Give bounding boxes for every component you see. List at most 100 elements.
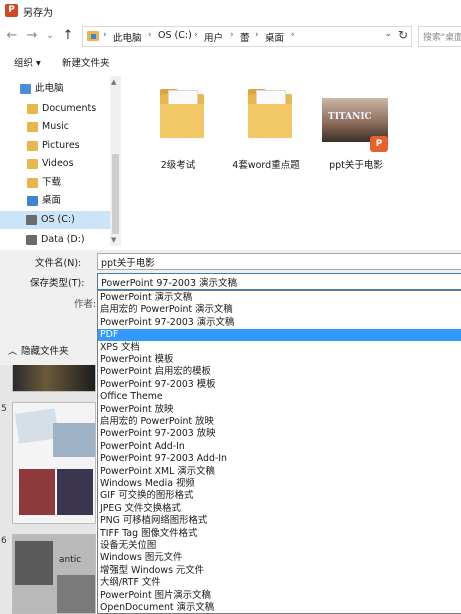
organize-button[interactable]: 组织 ▾ [14, 55, 41, 69]
scrollbar-thumb[interactable] [112, 154, 119, 234]
filetype-option[interactable]: PowerPoint 图片演示文稿 [98, 590, 461, 602]
filetype-option[interactable]: 大纲/RTF 文件 [98, 577, 461, 589]
filetype-option[interactable]: PowerPoint 放映 [98, 404, 461, 416]
new-folder-button[interactable]: 新建文件夹 [62, 55, 110, 69]
breadcrumb-separator: › [230, 30, 234, 40]
window-title: 另存为 [23, 8, 53, 19]
filetype-option[interactable]: 设备无关位图 [98, 540, 461, 552]
filetype-option[interactable]: 启用宏的 PowerPoint 放映 [98, 416, 461, 428]
videos-folder-icon [27, 159, 38, 169]
sidebar-item-label: Documents [42, 103, 97, 114]
slide-photo-collage [19, 469, 55, 515]
address-bar[interactable]: › 此电脑 › OS (C:) › 用户 › 蕾 › 桌面 › ⌄ ↻ [82, 26, 412, 47]
filetype-option[interactable]: PDF [98, 329, 461, 342]
filetype-option[interactable]: JPEG 文件交换格式 [98, 503, 461, 515]
filetype-option[interactable]: PowerPoint 97-2003 模板 [98, 379, 461, 391]
sidebar-item-music[interactable]: Music [0, 118, 110, 136]
filetype-option[interactable]: PowerPoint XML 演示文稿 [98, 466, 461, 478]
drive-icon [26, 215, 37, 225]
sidebar-item-this-pc[interactable]: 此电脑 [0, 80, 110, 98]
filetype-option[interactable]: XPS 文档 [98, 342, 461, 354]
sidebar-item-label: Music [42, 121, 70, 132]
filetype-option[interactable]: PowerPoint 模板 [98, 354, 461, 366]
slide-thumbnail-5[interactable] [12, 402, 96, 524]
downloads-folder-icon [27, 178, 38, 188]
sidebar-item-downloads[interactable]: 下载 [0, 174, 110, 192]
author-label: 作者: [74, 299, 97, 310]
file-name: ppt关于电影 [329, 160, 383, 171]
back-arrow-icon[interactable]: ← [4, 27, 20, 45]
refresh-icon[interactable]: ↻ [398, 28, 408, 42]
slide-number-6: 6 [1, 536, 7, 546]
filetype-option[interactable]: PowerPoint 演示文稿 [98, 292, 461, 304]
filetype-select[interactable]: PowerPoint 97-2003 演示文稿 [97, 273, 461, 290]
filetype-option[interactable]: PowerPoint 启用宏的模板 [98, 366, 461, 378]
filetype-option[interactable]: Office Theme [98, 391, 461, 403]
up-arrow-icon[interactable]: ↑ [60, 27, 76, 45]
filetype-option[interactable]: 启用宏的 PowerPoint 演示文稿 [98, 304, 461, 316]
filetype-label: 保存类型(T): [30, 278, 85, 289]
recent-locations-icon[interactable]: ⌄ [42, 27, 58, 45]
slide-photo-collage [15, 541, 53, 585]
sidebar-item-data-d[interactable]: Data (D:) [0, 231, 110, 249]
documents-folder-icon [27, 104, 38, 114]
folder-icon [248, 88, 292, 138]
sidebar-item-label: Pictures [42, 140, 80, 151]
sidebar-item-os-c[interactable]: OS (C:) [0, 211, 110, 229]
breadcrumb-desktop[interactable]: 桌面 [265, 30, 284, 44]
breadcrumb-users[interactable]: 用户 [204, 30, 223, 44]
filetype-option[interactable]: PowerPoint Add-In [98, 441, 461, 453]
drive-icon [26, 235, 37, 245]
navigation-pane: 此电脑 Documents Music Pictures Videos 下载 桌… [0, 76, 121, 246]
address-dropdown-icon[interactable]: ⌄ [384, 29, 392, 39]
scroll-up-icon[interactable]: ▲ [111, 78, 116, 86]
filetype-option[interactable]: PowerPoint 97-2003 Add-In [98, 453, 461, 465]
file-item-pptx[interactable]: TITANIC P ppt关于电影 [316, 84, 396, 174]
sidebar-item-label: 此电脑 [35, 83, 64, 94]
sidebar-item-videos[interactable]: Videos [0, 155, 110, 173]
filetype-option[interactable]: PNG 可移植网络图形格式 [98, 515, 461, 527]
search-input[interactable]: 搜索"桌面" [418, 26, 461, 47]
scroll-down-icon[interactable]: ▼ [111, 236, 116, 244]
sidebar-scrollbar[interactable]: ▲ ▼ [110, 76, 121, 246]
slide-thumbnail-6[interactable]: antic [12, 534, 96, 614]
sidebar-item-desktop[interactable]: 桌面 [0, 192, 110, 210]
slide-thumbnail-4[interactable] [12, 364, 96, 392]
slide-text: antic [59, 555, 82, 565]
sidebar-item-label: 下载 [42, 177, 62, 188]
filetype-option[interactable]: OpenDocument 演示文稿 [98, 602, 461, 614]
filetype-option[interactable]: PowerPoint 97-2003 放映 [98, 428, 461, 440]
breadcrumb-separator: › [103, 30, 107, 40]
breadcrumb-separator: › [291, 30, 295, 40]
folder-icon [160, 88, 204, 138]
sidebar-item-label: Data (D:) [41, 234, 85, 245]
file-item-folder[interactable]: 4套word重点题 [226, 84, 306, 174]
sidebar-item-documents[interactable]: Documents [0, 100, 110, 118]
powerpoint-icon: P [370, 136, 388, 152]
filetype-option[interactable]: Windows 图元文件 [98, 552, 461, 564]
hide-folders-label: 隐藏文件夹 [21, 346, 69, 357]
sidebar-item-pictures[interactable]: Pictures [0, 137, 110, 155]
pictures-folder-icon [27, 141, 38, 151]
filetype-option[interactable]: 增强型 Windows 元文件 [98, 565, 461, 577]
forward-arrow-icon[interactable]: → [24, 27, 40, 45]
breadcrumb-user[interactable]: 蕾 [240, 30, 250, 44]
computer-icon [20, 84, 31, 94]
breadcrumb-this-pc[interactable]: 此电脑 [113, 30, 142, 44]
chevron-up-icon: ︿ [8, 347, 18, 357]
filetype-option[interactable]: GIF 可交换的图形格式 [98, 490, 461, 502]
filetype-option[interactable]: TIFF Tag 图像文件格式 [98, 528, 461, 540]
filename-label: 文件名(N): [35, 258, 82, 269]
desktop-folder-icon [87, 31, 99, 41]
breadcrumb-separator: › [255, 30, 259, 40]
file-item-folder[interactable]: 2级考试 [138, 84, 218, 174]
slide-photo-collage [57, 575, 95, 613]
powerpoint-icon: P [5, 4, 18, 17]
filetype-option[interactable]: Windows Media 视频 [98, 478, 461, 490]
sidebar-item-label: Videos [42, 158, 74, 169]
filename-input[interactable]: ppt关于电影 [97, 253, 461, 270]
breadcrumb-os-c[interactable]: OS (C:) [158, 30, 192, 41]
hide-folders-toggle[interactable]: ︿ 隐藏文件夹 [8, 343, 69, 357]
slide-photo-collage [53, 423, 95, 457]
filetype-option[interactable]: PowerPoint 97-2003 演示文稿 [98, 317, 461, 329]
